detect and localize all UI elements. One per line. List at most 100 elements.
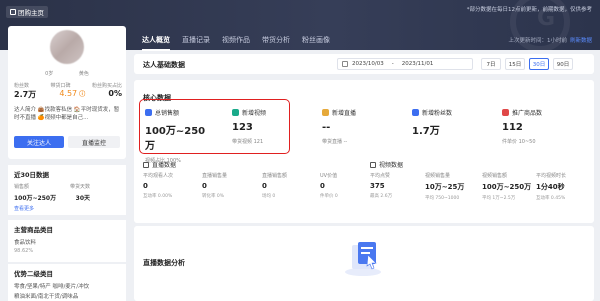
range-15d-button[interactable]: 15日	[505, 58, 525, 70]
small-sub: 场均 0	[262, 194, 276, 199]
fans-icon	[412, 109, 419, 116]
reputation-value: 4.57 ⓘ	[59, 89, 85, 100]
main-category-title: 主营商品类目	[14, 226, 53, 234]
group-buy-home-button[interactable]: 团购主页	[6, 6, 48, 18]
small-value: 0	[143, 182, 148, 190]
home-label: 团购主页	[18, 9, 44, 17]
tab-live-records[interactable]: 直播记录	[182, 35, 210, 51]
empty-state-illustration	[345, 242, 381, 276]
date-separator: -	[391, 61, 394, 67]
live-monitor-button[interactable]: 直播监控	[68, 136, 120, 148]
metric-label: 新增视频	[242, 110, 267, 117]
buy-ratio-value: 0%	[108, 89, 122, 98]
last-update: 上次更新时间：1小时前 刷新数据	[508, 36, 592, 44]
small-value: 10万~25万	[425, 183, 465, 191]
fans-value: 2.7万	[14, 90, 37, 99]
reputation-label: 带货口碑	[50, 83, 71, 89]
small-value: 0	[262, 182, 267, 190]
small-value: 100万~250万	[482, 183, 532, 191]
live-data-heading: 直播数据	[143, 160, 176, 169]
profile-stat-labels: 粉丝数 带货口碑 粉丝购买占比	[14, 82, 122, 89]
profile-description: 达人简介 👜找款客私信 🏠平时现货发，暂时不直播 🍊视频中都是自己...	[14, 107, 120, 121]
tab-fans-profile[interactable]: 粉丝画像	[302, 35, 330, 51]
metric-sub: 带货视频 121	[232, 139, 264, 145]
view-more-link[interactable]: 查看更多	[14, 205, 120, 212]
video-icon	[232, 109, 239, 116]
follow-button[interactable]: 关注达人	[14, 136, 64, 148]
small-sub: 平均 750~1000	[425, 196, 460, 201]
metric-new-live: 新增直播 -- 带货直播 --	[322, 108, 387, 145]
small-label: 平均点赞	[370, 173, 391, 179]
days-value: 30天	[75, 195, 90, 202]
profile-meta: 0岁 黄色	[8, 70, 126, 77]
calendar-icon	[342, 61, 348, 67]
small-label: 直播销售额	[262, 173, 288, 179]
metric-value: 1.7万	[412, 126, 440, 137]
sales-30d-labels: 销售额 带货天数	[14, 183, 120, 190]
small-sub: 平均 1万~2.5万	[482, 196, 516, 201]
tab-sales-analysis[interactable]: 带货分析	[262, 35, 290, 51]
video-data-label: 视频数据	[379, 162, 404, 169]
metric-sub: 件单价 10~50	[502, 139, 536, 145]
small-value: 0	[202, 182, 207, 190]
profile-stat-values: 2.7万 4.57 ⓘ 0%	[14, 89, 122, 100]
tab-videos[interactable]: 视频作品	[222, 35, 250, 51]
second-category-line1: 零食/坚果/特产 咖啡/麦片/冲饮	[14, 284, 90, 290]
video-avg-likes: 平均点赞 375 最高 2.6万	[370, 172, 428, 199]
range-30d-button[interactable]: 30日	[529, 58, 549, 70]
age-label: 0岁	[45, 71, 54, 77]
sales-value: 100万~250万	[14, 195, 57, 202]
region-label: 黄色	[78, 71, 89, 77]
metric-value: 123	[232, 122, 253, 133]
video-data-heading: 视频数据	[370, 160, 403, 169]
range-90d-button[interactable]: 90日	[553, 58, 573, 70]
update-notice: *部分数据在每日12点前更新，前期数据，仅供参考	[466, 7, 592, 13]
main-category-card: 主营商品类目 食品饮料 98.62%	[8, 220, 126, 262]
small-label: 视频销售量	[425, 173, 451, 179]
second-category-card: 优势二级类目 零食/坚果/特产 咖啡/麦片/冲饮 粮油米面/南北干货/调味品	[8, 264, 126, 301]
days-label: 带货天数	[69, 184, 90, 190]
date-range-picker[interactable]: 2023/10/03 - 2023/11/01	[337, 58, 473, 70]
sales-30d-title: 近30日数据	[14, 171, 50, 179]
metric-new-videos: 新增视频 123 带货视频 121	[232, 108, 297, 145]
update-value: 1小时前	[546, 38, 567, 44]
main-category-name: 食品饮料	[14, 240, 37, 246]
small-label: 平均视频时长	[536, 173, 567, 179]
video-sales-amount: 视频销售额 100万~250万 平均 1万~2.5万	[482, 172, 540, 201]
live-icon	[322, 109, 329, 116]
small-label: 视频销售额	[482, 173, 508, 179]
sales-30d-values: 100万~250万 30天	[14, 193, 120, 202]
live-data-icon	[143, 161, 149, 168]
sales-30d-card: 近30日数据 销售额 带货天数 100万~250万 30天 查看更多	[8, 165, 126, 215]
date-to: 2023/11/01	[401, 61, 434, 67]
metric-total-sales: 总销售额 100万~250万 视频占比 100%	[145, 108, 210, 164]
avatar	[50, 30, 84, 64]
small-value: 375	[370, 182, 385, 190]
product-icon	[502, 109, 509, 116]
buy-ratio-label: 粉丝购买占比	[91, 83, 122, 89]
tab-overview[interactable]: 达人概览	[142, 35, 170, 51]
video-avg-duration: 平均视频时长 1分40秒 互动率 0.45%	[536, 172, 594, 201]
range-7d-button[interactable]: 7日	[481, 58, 501, 70]
small-label: 直播销售量	[202, 173, 228, 179]
basic-data-header: 达人基础数据 2023/10/03 - 2023/11/01 7日 15日 30…	[134, 54, 594, 74]
metric-new-fans: 新增粉丝数 1.7万	[412, 108, 477, 142]
main-tabs: 达人概览 直播记录 视频作品 带货分析 粉丝画像	[142, 35, 330, 51]
refresh-link[interactable]: 刷新数据	[570, 38, 592, 44]
live-sales-volume: 直播销售量 0 转化率 0%	[202, 172, 260, 199]
live-data-label: 直播数据	[152, 162, 177, 169]
metric-value: 112	[502, 122, 523, 133]
metric-label: 总销售额	[155, 110, 180, 117]
small-sub: 最高 2.6万	[370, 194, 393, 199]
live-analysis-card: 直播数据分析	[134, 226, 594, 301]
metric-value: --	[322, 122, 331, 133]
basic-data-title: 达人基础数据	[143, 61, 185, 69]
live-analysis-title: 直播数据分析	[143, 259, 185, 267]
metric-promoted-products: 推广商品数 112 件单价 10~50	[502, 108, 567, 145]
info-icon: ⓘ	[77, 91, 86, 98]
second-category-title: 优势二级类目	[14, 270, 53, 278]
fans-label: 粉丝数	[14, 83, 30, 89]
small-sub: 转化率 0%	[202, 194, 225, 199]
small-sub: 互动率 0.00%	[143, 194, 173, 199]
reputation-number: 4.57	[59, 89, 78, 98]
